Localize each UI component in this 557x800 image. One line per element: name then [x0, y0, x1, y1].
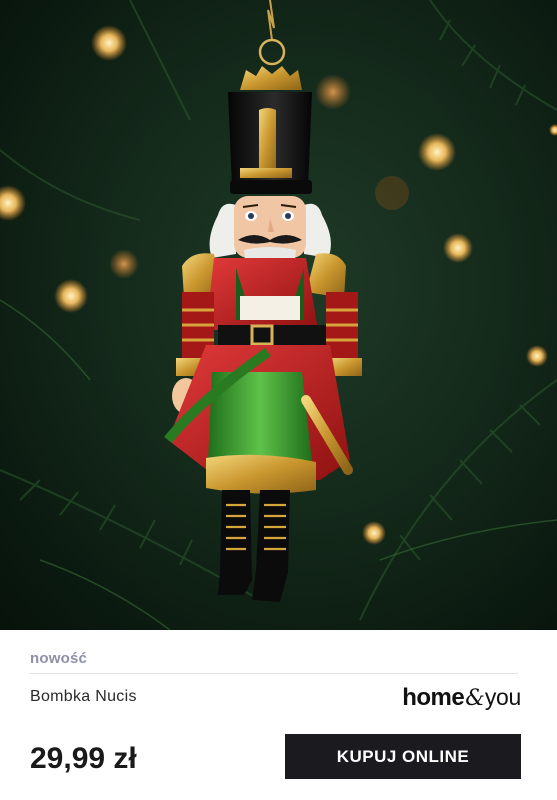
divider — [30, 673, 518, 674]
nutcracker-ornament-illustration — [0, 0, 557, 630]
brand-logo: home & you — [402, 684, 521, 712]
buy-online-button[interactable]: KUPUJ ONLINE — [285, 734, 521, 779]
brand-logo-ampersand: & — [465, 686, 485, 711]
brand-logo-you: you — [484, 684, 521, 710]
ornament-hanger — [240, 0, 302, 90]
product-name: Bombka Nucis — [30, 688, 137, 705]
brand-logo-home: home — [402, 684, 465, 711]
product-card: nowość Bombka Nucis home & you 29,99 zł … — [0, 630, 557, 800]
product-photo — [0, 0, 557, 630]
new-badge: nowość — [30, 650, 88, 667]
product-price: 29,99 zł — [30, 742, 137, 775]
boots — [218, 490, 290, 602]
